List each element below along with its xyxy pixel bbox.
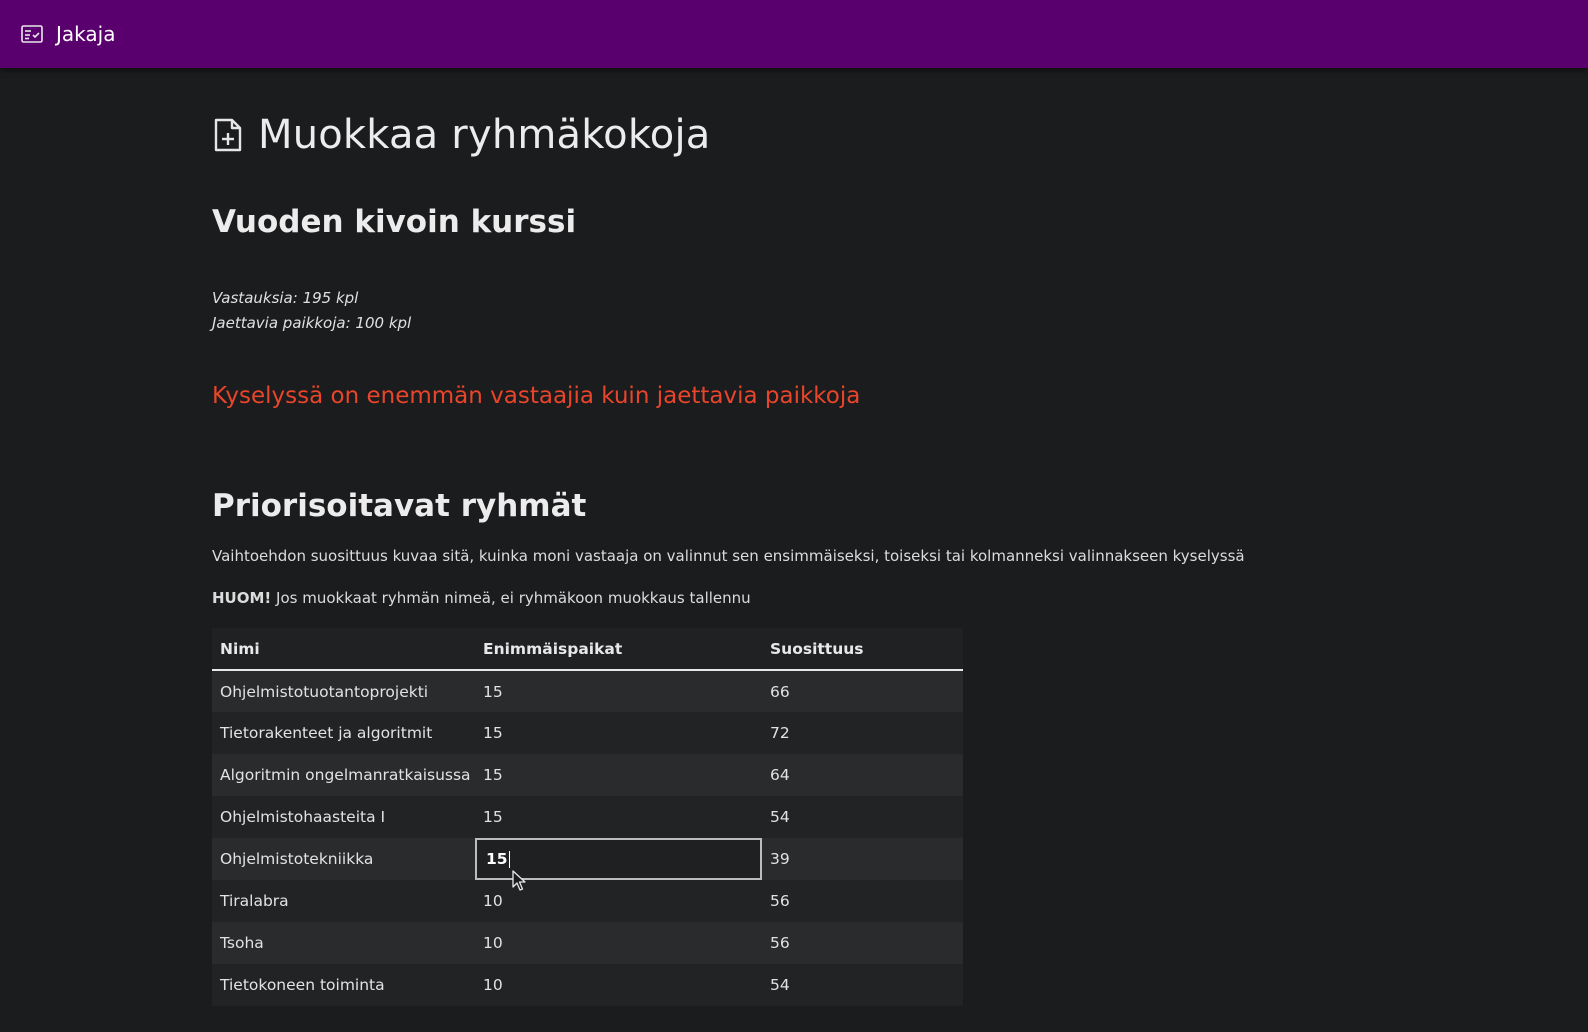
popularity-cell: 66 xyxy=(762,670,963,712)
group-name-cell[interactable]: Ohjelmistotuotantoprojekti xyxy=(212,670,475,712)
group-name-cell[interactable]: Tsoha xyxy=(212,922,475,964)
course-title: Vuoden kivoin kurssi xyxy=(212,204,577,240)
section-title: Priorisoitavat ryhmät xyxy=(212,488,587,524)
seats-count: Jaettavia paikkoja: 100 kpl xyxy=(212,314,412,332)
table-row: Tiralabra 10 56 xyxy=(212,880,963,922)
warning-message: Kyselyssä on enemmän vastaajia kuin jaet… xyxy=(212,383,861,409)
text-caret xyxy=(508,851,510,868)
popularity-cell: 39 xyxy=(762,838,963,880)
header-max-seats[interactable]: Enimmäispaikat xyxy=(475,628,762,671)
table-row: Algoritmin ongelmanratkaisussa 15 64 xyxy=(212,754,963,796)
table-row: Ohjelmistotekniikka 15 39 xyxy=(212,838,963,880)
max-seats-cell[interactable]: 15 xyxy=(475,796,762,838)
app-title[interactable]: Jakaja xyxy=(56,22,115,46)
list-check-icon xyxy=(21,25,43,43)
table-row: Ohjelmistohaasteita I 15 54 xyxy=(212,796,963,838)
note-text: Jos muokkaat ryhmän nimeä, ei ryhmäkoon … xyxy=(271,589,751,607)
group-name-cell[interactable]: Algoritmin ongelmanratkaisussa xyxy=(212,754,475,796)
survey-stats: Vastauksia: 195 kpl Jaettavia paikkoja: … xyxy=(212,286,411,336)
table-row: Tsoha 10 56 xyxy=(212,922,963,964)
table-row: Tietokoneen toiminta 10 54 xyxy=(212,964,963,1006)
max-seats-cell[interactable]: 15 xyxy=(475,712,762,754)
group-name-cell[interactable]: Ohjelmistohaasteita I xyxy=(212,796,475,838)
max-seats-cell[interactable]: 10 xyxy=(475,964,762,1006)
mouse-pointer-icon xyxy=(512,870,526,891)
header-name[interactable]: Nimi xyxy=(212,628,475,671)
table-header-row: Nimi Enimmäispaikat Suosittuus xyxy=(212,628,963,671)
note-bold: HUOM! xyxy=(212,589,272,607)
page-title: Muokkaa ryhmäkokoja xyxy=(258,112,711,158)
answers-count: Vastauksia: 195 kpl xyxy=(212,289,359,307)
table-row: Tietorakenteet ja algoritmit 15 72 xyxy=(212,712,963,754)
popularity-cell: 72 xyxy=(762,712,963,754)
section-description: Vaihtoehdon suosittuus kuvaa sitä, kuink… xyxy=(212,547,1245,565)
file-plus-icon xyxy=(214,118,242,152)
popularity-cell: 54 xyxy=(762,796,963,838)
groups-table: Nimi Enimmäispaikat Suosittuus Ohjelmist… xyxy=(212,628,963,1006)
section-note: HUOM! Jos muokkaat ryhmän nimeä, ei ryhm… xyxy=(212,589,751,607)
popularity-cell: 64 xyxy=(762,754,963,796)
popularity-cell: 56 xyxy=(762,922,963,964)
max-seats-input-value: 15 xyxy=(486,850,508,868)
app-bar: Jakaja xyxy=(0,0,1588,68)
group-name-cell[interactable]: Tietorakenteet ja algoritmit xyxy=(212,712,475,754)
max-seats-cell[interactable]: 15 xyxy=(475,754,762,796)
table-row: Ohjelmistotuotantoprojekti 15 66 xyxy=(212,670,963,712)
group-name-cell[interactable]: Tiralabra xyxy=(212,880,475,922)
group-name-cell[interactable]: Tietokoneen toiminta xyxy=(212,964,475,1006)
max-seats-cell[interactable]: 10 xyxy=(475,922,762,964)
group-name-cell[interactable]: Ohjelmistotekniikka xyxy=(212,838,475,880)
popularity-cell: 56 xyxy=(762,880,963,922)
max-seats-cell[interactable]: 15 xyxy=(475,670,762,712)
popularity-cell: 54 xyxy=(762,964,963,1006)
header-popularity[interactable]: Suosittuus xyxy=(762,628,963,671)
page-header: Muokkaa ryhmäkokoja xyxy=(212,112,711,158)
